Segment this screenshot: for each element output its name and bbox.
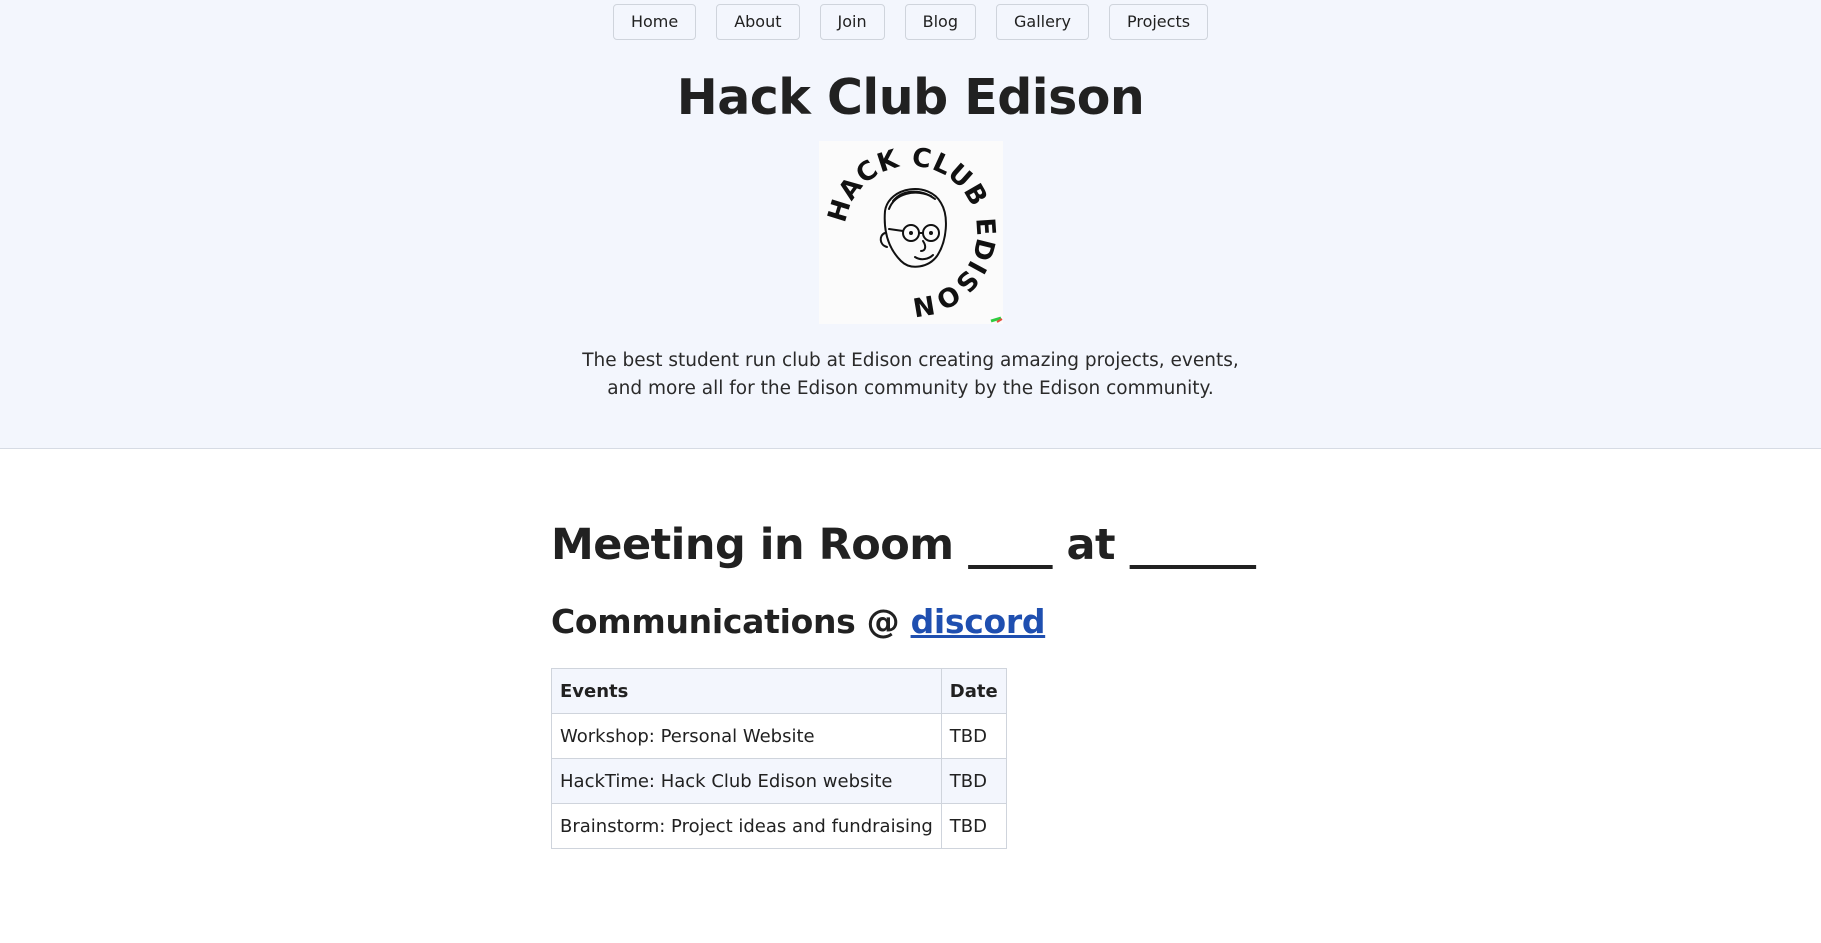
- events-table: Events Date Workshop: Personal Website T…: [551, 668, 1007, 849]
- table-header-row: Events Date: [551, 668, 1007, 714]
- nav-about-button[interactable]: About: [716, 4, 800, 40]
- nav-join-button[interactable]: Join: [819, 4, 885, 40]
- event-name-cell: HackTime: Hack Club Edison website: [551, 758, 942, 804]
- communications-prefix: Communications @: [551, 602, 911, 641]
- event-name-cell: Workshop: Personal Website: [551, 713, 942, 759]
- table-row: Brainstorm: Project ideas and fundraisin…: [551, 803, 1007, 849]
- meeting-heading: Meeting in Room ____ at ______: [551, 520, 1256, 570]
- nav-home-button[interactable]: Home: [612, 4, 697, 40]
- event-date-cell: TBD: [940, 713, 1007, 759]
- discord-link[interactable]: discord: [911, 602, 1046, 641]
- site-header: Home About Join Blog Gallery Projects Ha…: [0, 0, 1821, 449]
- event-date-cell: TBD: [940, 803, 1007, 849]
- tagline-line-2: and more all for the Edison community by…: [607, 378, 1214, 399]
- event-name-cell: Brainstorm: Project ideas and fundraisin…: [551, 803, 942, 849]
- nav-projects-button[interactable]: Projects: [1108, 4, 1209, 40]
- club-logo: HACK CLUB EDISON: [819, 141, 1003, 324]
- top-nav: Home About Join Blog Gallery Projects: [0, 4, 1821, 40]
- site-title: Hack Club Edison: [676, 69, 1145, 126]
- main-content: Meeting in Room ____ at ______ Communica…: [551, 514, 1271, 849]
- events-column-header: Events: [551, 668, 942, 714]
- communications-heading: Communications @ discord: [551, 598, 1271, 646]
- date-column-header: Date: [940, 668, 1007, 714]
- site-tagline: The best student run club at Edison crea…: [560, 347, 1261, 403]
- nav-blog-button[interactable]: Blog: [904, 4, 976, 40]
- tagline-line-1: The best student run club at Edison crea…: [582, 350, 1239, 371]
- event-date-cell: TBD: [940, 758, 1007, 804]
- table-row: HackTime: Hack Club Edison website TBD: [551, 758, 1007, 804]
- nav-gallery-button[interactable]: Gallery: [995, 4, 1089, 40]
- table-row: Workshop: Personal Website TBD: [551, 713, 1007, 759]
- club-logo-graphic: HACK CLUB EDISON: [823, 143, 1003, 323]
